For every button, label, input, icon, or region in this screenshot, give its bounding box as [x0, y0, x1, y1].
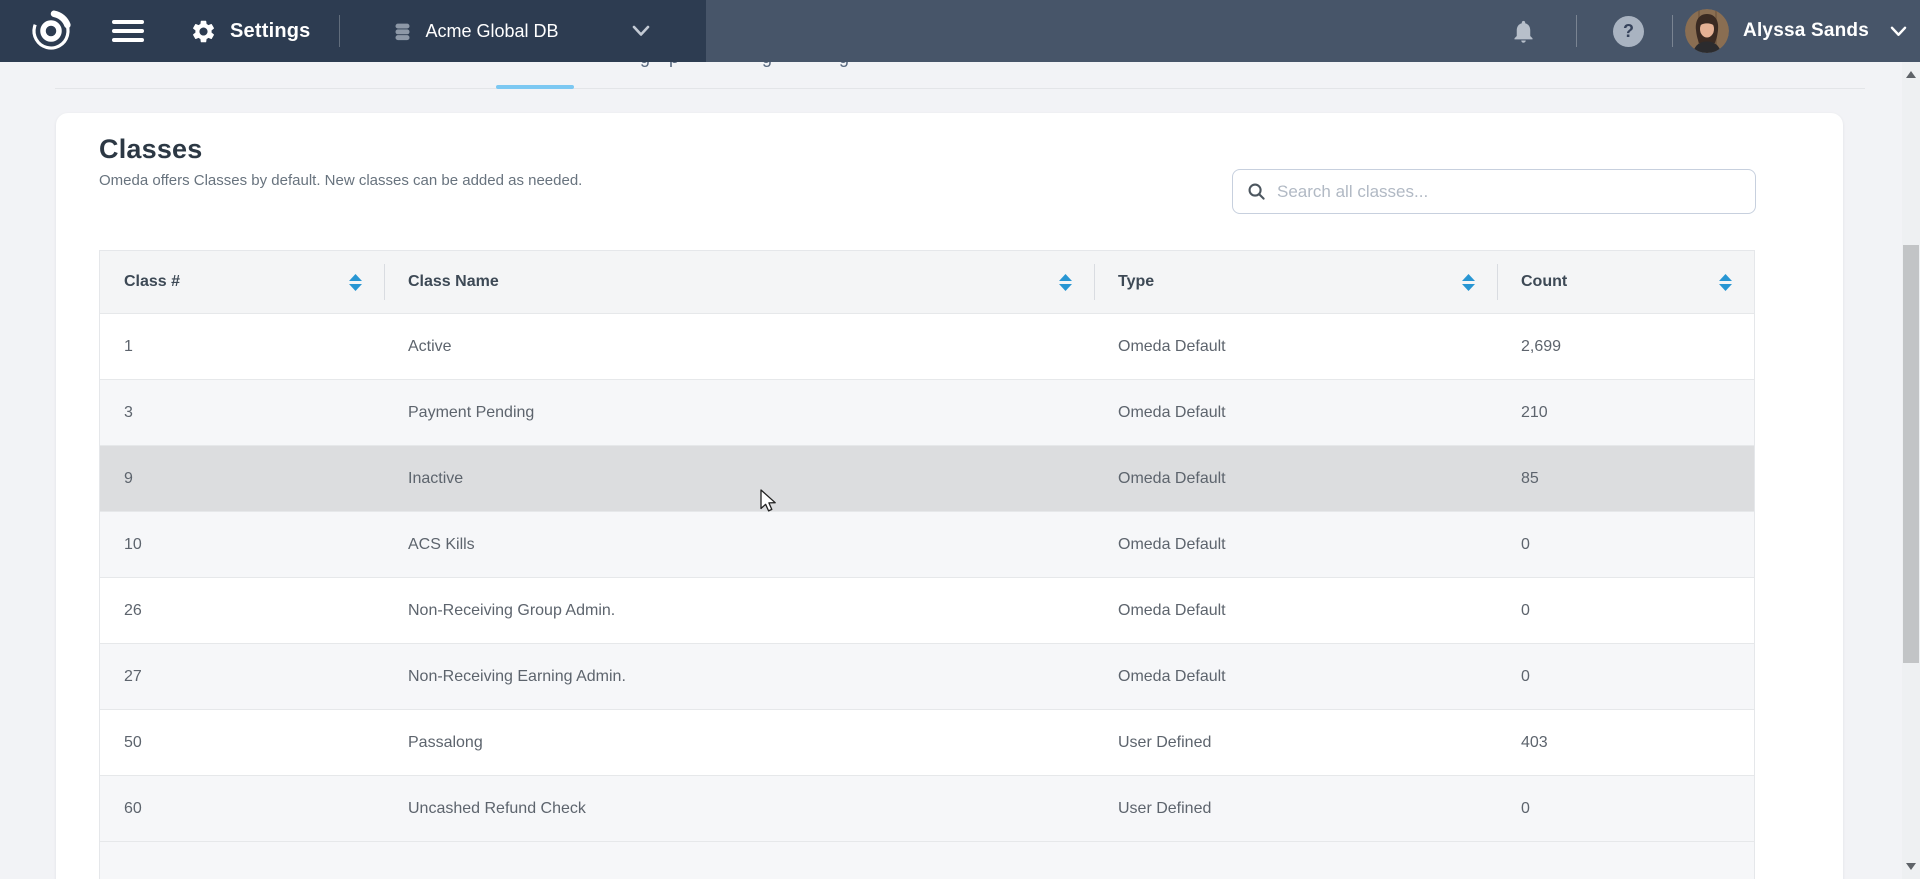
- active-tab-indicator: [496, 85, 574, 89]
- cell-class-name: Passalong: [384, 734, 1094, 752]
- cell-type: Omeda Default: [1094, 602, 1497, 620]
- sort-arrows-icon[interactable]: [1462, 274, 1475, 291]
- cell-type: Omeda Default: [1094, 668, 1497, 686]
- table-row[interactable]: 26Non-Receiving Group Admin.Omeda Defaul…: [100, 577, 1754, 643]
- column-label: Count: [1521, 273, 1567, 291]
- page-title: Classes: [99, 134, 1843, 165]
- cell-class-name: Non-Receiving Group Admin.: [384, 602, 1094, 620]
- cell-class-num: 26: [100, 602, 384, 620]
- table-header-row: Class # Class Name Type: [100, 251, 1754, 313]
- cell-class-name: Non-Receiving Earning Admin.: [384, 668, 1094, 686]
- classes-table: Class # Class Name Type: [99, 250, 1755, 879]
- column-label: Class #: [124, 273, 180, 291]
- help-icon[interactable]: ?: [1613, 16, 1644, 47]
- table-row[interactable]: 27Non-Receiving Earning Admin.Omeda Defa…: [100, 643, 1754, 709]
- search-icon: [1247, 182, 1266, 201]
- settings-label: Settings: [230, 20, 311, 43]
- sort-arrows-icon[interactable]: [1719, 274, 1732, 291]
- gear-icon: [190, 18, 217, 45]
- user-name: Alyssa Sands: [1743, 20, 1869, 42]
- cell-count: 210: [1497, 404, 1754, 422]
- cell-type: Omeda Default: [1094, 404, 1497, 422]
- cell-class-name: ACS Kills: [384, 536, 1094, 554]
- column-label: Class Name: [408, 273, 499, 291]
- chevron-down-icon[interactable]: [1889, 25, 1908, 38]
- omeda-logo[interactable]: [28, 8, 74, 54]
- table-row[interactable]: 50PassalongUser Defined403: [100, 709, 1754, 775]
- header-actions: ? Alyssa Sands: [1510, 0, 1920, 62]
- cell-count: 2,699: [1497, 338, 1754, 356]
- table-row-partial[interactable]: [100, 841, 1754, 879]
- header-divider: [1672, 15, 1673, 47]
- column-header-type[interactable]: Type: [1094, 251, 1497, 313]
- sort-arrows-icon[interactable]: [1059, 274, 1072, 291]
- cell-type: Omeda Default: [1094, 536, 1497, 554]
- table-row[interactable]: 9InactiveOmeda Default85: [100, 445, 1754, 511]
- cell-count: 0: [1497, 602, 1754, 620]
- scrollbar-thumb[interactable]: [1903, 245, 1919, 663]
- table-body: 1ActiveOmeda Default2,6993Payment Pendin…: [100, 313, 1754, 841]
- hamburger-menu-icon[interactable]: [112, 20, 144, 42]
- cell-class-num: 27: [100, 668, 384, 686]
- search-box: [1232, 169, 1756, 214]
- header-divider: [339, 15, 340, 47]
- cell-type: Omeda Default: [1094, 470, 1497, 488]
- database-icon: [392, 21, 413, 42]
- cell-count: 403: [1497, 734, 1754, 752]
- table-row[interactable]: 60Uncashed Refund CheckUser Defined0: [100, 775, 1754, 841]
- cell-class-num: 60: [100, 800, 384, 818]
- sort-arrows-icon[interactable]: [349, 274, 362, 291]
- header-primary-section: Settings Acme Global DB: [0, 0, 706, 62]
- cell-count: 0: [1497, 536, 1754, 554]
- cell-type: User Defined: [1094, 734, 1497, 752]
- search-input[interactable]: [1277, 182, 1755, 202]
- cell-class-num: 9: [100, 470, 384, 488]
- column-label: Type: [1118, 273, 1154, 291]
- user-avatar[interactable]: [1685, 9, 1729, 53]
- cell-count: 85: [1497, 470, 1754, 488]
- cell-class-num: 10: [100, 536, 384, 554]
- cell-class-name: Inactive: [384, 470, 1094, 488]
- scroll-down-arrow[interactable]: [1906, 863, 1916, 870]
- database-selector[interactable]: Acme Global DB: [366, 21, 651, 42]
- cell-type: Omeda Default: [1094, 338, 1497, 356]
- cell-class-name: Active: [384, 338, 1094, 356]
- column-header-class-num[interactable]: Class #: [100, 251, 384, 313]
- tab-bar: g p g g: [0, 62, 1920, 89]
- table-row[interactable]: 1ActiveOmeda Default2,699: [100, 313, 1754, 379]
- bell-icon[interactable]: [1510, 18, 1537, 45]
- app-header: Settings Acme Global DB: [0, 0, 1920, 62]
- chevron-down-icon: [631, 24, 651, 38]
- scroll-up-arrow[interactable]: [1906, 71, 1916, 78]
- cell-count: 0: [1497, 800, 1754, 818]
- header-divider: [1576, 15, 1577, 47]
- cell-class-num: 1: [100, 338, 384, 356]
- vertical-scrollbar[interactable]: [1902, 62, 1920, 879]
- cell-class-num: 3: [100, 404, 384, 422]
- column-header-count[interactable]: Count: [1497, 251, 1754, 313]
- nav-settings[interactable]: Settings: [190, 18, 311, 45]
- cell-class-name: Uncashed Refund Check: [384, 800, 1094, 818]
- database-name: Acme Global DB: [426, 21, 559, 42]
- cell-class-name: Payment Pending: [384, 404, 1094, 422]
- cell-class-num: 50: [100, 734, 384, 752]
- tab-bar-border: [55, 88, 1865, 89]
- cell-type: User Defined: [1094, 800, 1497, 818]
- cell-count: 0: [1497, 668, 1754, 686]
- table-row[interactable]: 3Payment PendingOmeda Default210: [100, 379, 1754, 445]
- table-row[interactable]: 10ACS KillsOmeda Default0: [100, 511, 1754, 577]
- column-header-class-name[interactable]: Class Name: [384, 251, 1094, 313]
- classes-card: Classes Omeda offers Classes by default.…: [56, 113, 1843, 879]
